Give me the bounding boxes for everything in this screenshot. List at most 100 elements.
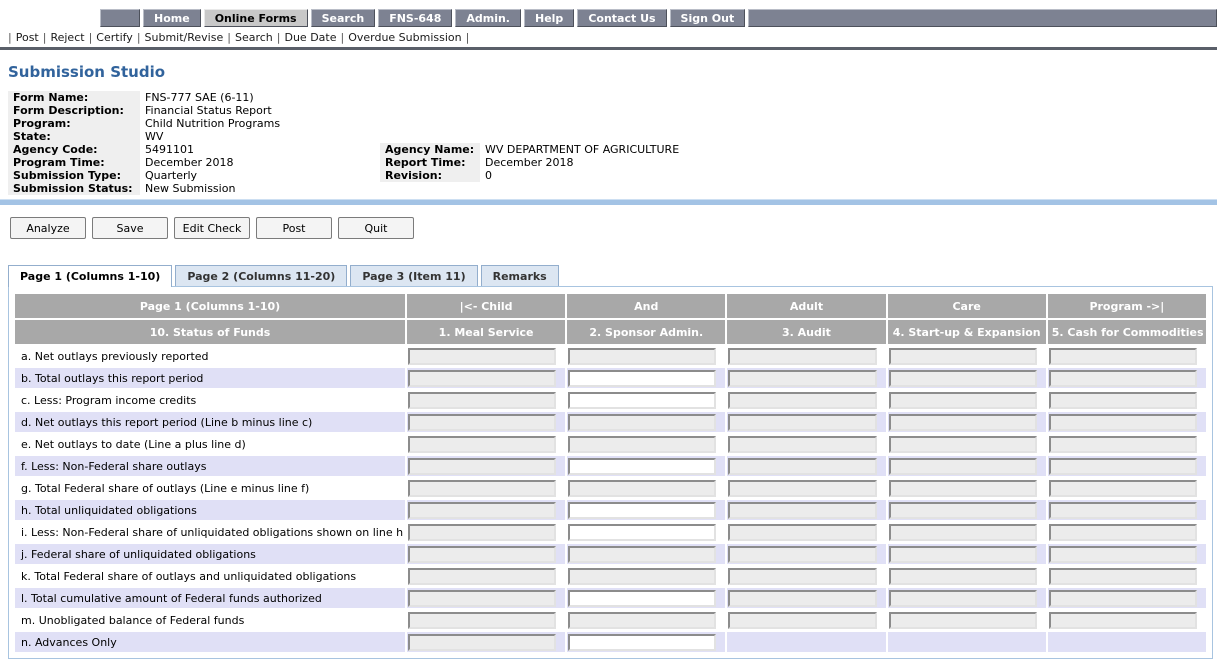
cell-n3 <box>727 632 885 652</box>
nav-item-sign-out[interactable]: Sign Out <box>670 9 746 27</box>
header-cell-0-3: Adult <box>727 294 885 318</box>
row-label-f: f. Less: Non-Federal share outlays <box>15 456 405 476</box>
info-value <box>480 91 684 104</box>
nav-item-home[interactable]: Home <box>143 9 201 27</box>
table-row-c: c. Less: Program income credits <box>15 390 1206 410</box>
input-l1 <box>408 590 556 607</box>
cell-e2 <box>567 434 725 454</box>
input-c2[interactable] <box>568 392 716 409</box>
nav-item-fns-648[interactable]: FNS-648 <box>378 9 452 27</box>
post-button[interactable]: Post <box>256 217 332 239</box>
row-label-e: e. Net outlays to date (Line a plus line… <box>15 434 405 454</box>
menu-item-certify[interactable]: Certify <box>96 31 133 44</box>
info-value: FNS-777 SAE (6-11) <box>140 91 380 104</box>
cell-j1 <box>407 544 565 564</box>
menu-item-due-date[interactable]: Due Date <box>284 31 336 44</box>
info-label: Revision: <box>380 169 480 182</box>
cell-e4 <box>888 434 1046 454</box>
input-g2 <box>568 480 716 497</box>
nav-item-search[interactable]: Search <box>311 9 376 27</box>
input-h2[interactable] <box>568 502 716 519</box>
grid-head: Page 1 (Columns 1-10)|<- ChildAndAdultCa… <box>15 294 1206 344</box>
info-label: Program Time: <box>8 156 140 169</box>
input-k5 <box>1049 568 1197 585</box>
analyze-button[interactable]: Analyze <box>10 217 86 239</box>
nav-item-online-forms[interactable]: Online Forms <box>204 9 308 27</box>
cell-m3 <box>727 610 885 630</box>
info-table-body: Form Name:FNS-777 SAE (6-11)Form Descrip… <box>8 91 684 195</box>
input-i2[interactable] <box>568 524 716 541</box>
input-d4 <box>889 414 1037 431</box>
info-value: WV <box>140 130 380 143</box>
grid-header-row-1: Page 1 (Columns 1-10)|<- ChildAndAdultCa… <box>15 294 1206 318</box>
input-m5 <box>1049 612 1197 629</box>
cell-f3 <box>727 456 885 476</box>
tab-remarks[interactable]: Remarks <box>481 265 559 286</box>
info-row: Program Time:December 2018Report Time:De… <box>8 156 684 169</box>
cell-b3 <box>727 368 885 388</box>
input-h4 <box>889 502 1037 519</box>
cell-m2 <box>567 610 725 630</box>
input-l2[interactable] <box>568 590 716 607</box>
cell-l3 <box>727 588 885 608</box>
menu-item-post[interactable]: Post <box>16 31 39 44</box>
table-row-a: a. Net outlays previously reported <box>15 346 1206 366</box>
quit-button[interactable]: Quit <box>338 217 414 239</box>
toolbar: Analyze Save Edit Check Post Quit <box>10 217 1217 239</box>
cell-h2 <box>567 500 725 520</box>
header-cell-0-5: Program ->| <box>1048 294 1206 318</box>
row-label-a: a. Net outlays previously reported <box>15 346 405 366</box>
cell-a5 <box>1048 346 1206 366</box>
menu-separator: | <box>277 31 281 44</box>
menu-item-reject[interactable]: Reject <box>50 31 84 44</box>
tab-page-2-columns-11-20[interactable]: Page 2 (Columns 11-20) <box>175 265 347 286</box>
info-label: Form Description: <box>8 104 140 117</box>
input-h3 <box>728 502 876 519</box>
nav-filler-right <box>748 9 1217 27</box>
menu-item-search[interactable]: Search <box>235 31 273 44</box>
info-label: Submission Status: <box>8 182 140 195</box>
cell-i5 <box>1048 522 1206 542</box>
info-value: Financial Status Report <box>140 104 380 117</box>
cell-c3 <box>727 390 885 410</box>
info-label <box>380 104 480 117</box>
input-n2[interactable] <box>568 634 716 651</box>
input-e4 <box>889 436 1037 453</box>
input-f2[interactable] <box>568 458 716 475</box>
cell-n4 <box>888 632 1046 652</box>
info-row: Form Name:FNS-777 SAE (6-11) <box>8 91 684 104</box>
input-n1 <box>408 634 556 651</box>
input-g3 <box>728 480 876 497</box>
cell-h5 <box>1048 500 1206 520</box>
tab-page-1-columns-1-10[interactable]: Page 1 (Columns 1-10) <box>8 265 172 287</box>
input-b2[interactable] <box>568 370 716 387</box>
header-cell-0-2: And <box>567 294 725 318</box>
cell-m5 <box>1048 610 1206 630</box>
cell-n2 <box>567 632 725 652</box>
cell-d3 <box>727 412 885 432</box>
menu-item-overdue-submission[interactable]: Overdue Submission <box>348 31 461 44</box>
nav-item-help[interactable]: Help <box>524 9 574 27</box>
submission-info: Form Name:FNS-777 SAE (6-11)Form Descrip… <box>8 91 684 195</box>
tab-page-3-item-11[interactable]: Page 3 (Item 11) <box>350 265 477 286</box>
input-k1 <box>408 568 556 585</box>
nav-item-contact-us[interactable]: Contact Us <box>577 9 666 27</box>
menu-separator: | <box>227 31 231 44</box>
input-d5 <box>1049 414 1197 431</box>
nav-item-admin[interactable]: Admin. <box>455 9 521 27</box>
input-l4 <box>889 590 1037 607</box>
cell-g3 <box>727 478 885 498</box>
tab-bar: Page 1 (Columns 1-10)Page 2 (Columns 11-… <box>8 265 1217 286</box>
input-e5 <box>1049 436 1197 453</box>
cell-k3 <box>727 566 885 586</box>
save-button[interactable]: Save <box>92 217 168 239</box>
cell-e1 <box>407 434 565 454</box>
input-b4 <box>889 370 1037 387</box>
menu-item-submit-revise[interactable]: Submit/Revise <box>145 31 224 44</box>
input-l3 <box>728 590 876 607</box>
info-label: State: <box>8 130 140 143</box>
input-m4 <box>889 612 1037 629</box>
edit-check-button[interactable]: Edit Check <box>174 217 250 239</box>
info-value <box>480 117 684 130</box>
input-h5 <box>1049 502 1197 519</box>
